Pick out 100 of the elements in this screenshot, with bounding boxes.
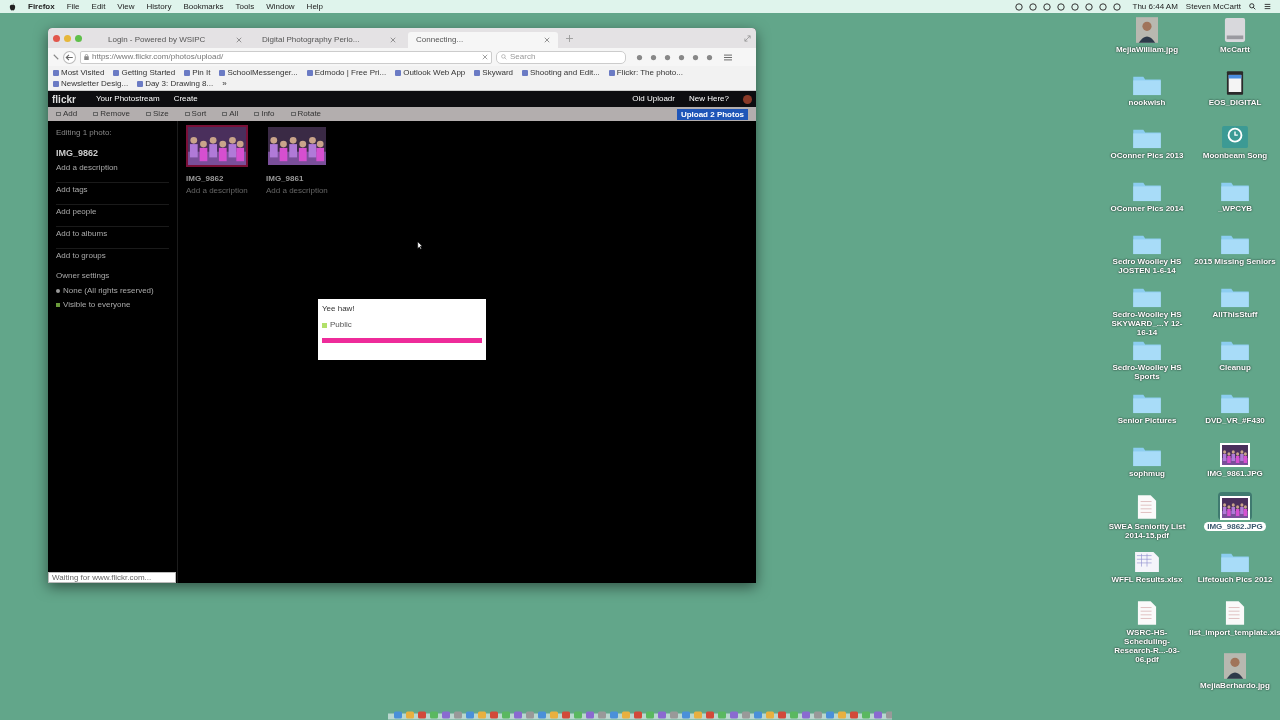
nav-link[interactable]: Old Uploadr (632, 93, 675, 105)
toolbar-button[interactable]: Info (254, 108, 275, 120)
close-icon[interactable] (390, 37, 396, 43)
folder-icon (1132, 127, 1162, 149)
close-button[interactable] (53, 34, 60, 42)
favicon-icon (184, 69, 191, 76)
tool-icon (56, 112, 61, 116)
photo-description[interactable]: Add a description (186, 185, 258, 197)
description-link[interactable]: Add a description (56, 161, 169, 174)
fullscreen-icon[interactable] (744, 34, 751, 42)
folder-icon (1132, 445, 1162, 467)
menu-item[interactable]: History (146, 0, 172, 13)
license-icon (56, 288, 60, 293)
favicon-icon (113, 69, 120, 76)
bookmark-link[interactable]: » (222, 78, 227, 89)
back-icon[interactable] (63, 50, 76, 64)
license-option[interactable]: None (All rights reserved) (56, 284, 169, 297)
document-icon (1225, 600, 1245, 626)
favicon-icon (306, 69, 313, 76)
menu-item[interactable]: View (117, 0, 135, 13)
favicon-icon (474, 69, 481, 76)
visibility-option[interactable]: Visible to everyone (56, 298, 169, 311)
bookmark-link[interactable]: Flickr: The photo... (608, 67, 683, 78)
bookmark-link[interactable]: Newsletter Desig... (53, 78, 129, 89)
sidebar-link[interactable]: Add people (56, 203, 169, 218)
menu-item[interactable]: Tools (235, 0, 255, 13)
folder-icon (1220, 180, 1250, 202)
clock-text[interactable]: Thu 6:44 AM (1132, 0, 1178, 13)
icon-label[interactable]: IMG_9862.JPG (1204, 522, 1266, 531)
bookmark-link[interactable]: Most Visited (53, 67, 105, 78)
search-icon[interactable] (1249, 3, 1256, 10)
nav-link[interactable]: Your Photostream (95, 93, 160, 105)
folder-icon (1132, 74, 1162, 96)
sidebar-link[interactable]: Add tags (56, 181, 169, 196)
photo-name[interactable]: IMG_9861 (266, 173, 338, 185)
close-icon[interactable] (236, 37, 242, 43)
bookmark-link[interactable]: Outlook Web App (395, 67, 466, 78)
spreadsheet-icon (1134, 551, 1160, 573)
url-field[interactable]: https://www.flickr.com/photos/upload/ (80, 50, 492, 64)
new-tab-icon[interactable] (566, 34, 573, 42)
search-icon (501, 54, 507, 60)
owner-settings-link[interactable]: Owner settings (56, 269, 169, 282)
folder-icon (1220, 286, 1250, 308)
nav-link[interactable]: Create (173, 93, 198, 105)
bookmark-link[interactable]: SchoolMessenger... (219, 67, 298, 78)
sidebar-link[interactable]: Add to albums (56, 225, 169, 240)
menu-item[interactable]: Window (266, 0, 295, 13)
memory-card-icon (1226, 70, 1244, 96)
menu-item[interactable]: Help (306, 0, 324, 13)
browser-tab[interactable]: Login - Powered by WSIPC (100, 32, 250, 48)
bookmark-link[interactable]: Skyward (474, 67, 513, 78)
clear-icon[interactable] (482, 54, 488, 60)
favicon-icon (219, 69, 226, 76)
maximize-button[interactable] (75, 34, 82, 42)
upload-button[interactable]: Upload 2 Photos (676, 108, 748, 120)
toolbar-button[interactable]: Sort (184, 108, 207, 120)
photo-thumbnail[interactable] (186, 125, 248, 167)
close-icon[interactable] (544, 37, 550, 43)
menu-icon[interactable] (724, 53, 732, 61)
site-logo[interactable]: flickr (52, 91, 76, 107)
toolbar-button[interactable]: Add (56, 108, 78, 120)
toolbar-button[interactable]: Remove (93, 108, 131, 120)
photo-description[interactable]: Add a description (266, 185, 338, 197)
avatar[interactable] (743, 94, 752, 104)
tool-icon (146, 112, 152, 116)
toolbar-button[interactable]: All (222, 108, 239, 120)
photo-title[interactable]: IMG_9862 (56, 147, 169, 161)
browser-tab[interactable]: Connecting... (408, 32, 558, 48)
nav-link[interactable]: New Here? (689, 93, 729, 105)
document-icon (1137, 600, 1157, 626)
bookmark-link[interactable]: Day 3: Drawing 8... (137, 78, 214, 89)
folder-icon (1132, 286, 1162, 308)
tool-icon (290, 112, 296, 116)
toolbar-button[interactable]: Rotate (290, 108, 322, 120)
menu-item[interactable]: Edit (91, 0, 106, 13)
bookmark-link[interactable]: Pin It (184, 67, 211, 78)
bookmark-link[interactable]: Getting Started (113, 67, 176, 78)
user-name[interactable]: Steven McCartt (1185, 0, 1241, 13)
folder-icon (1220, 233, 1250, 255)
bookmark-link[interactable]: Edmodo | Free Pri... (306, 67, 387, 78)
browser-tab[interactable]: Digital Photography Perio... (254, 32, 404, 48)
app-menu[interactable]: Firefox (28, 0, 55, 13)
bookmark-link[interactable]: Shooting and Edit... (522, 67, 600, 78)
menu-item[interactable]: File (66, 0, 80, 13)
tool-icon (184, 112, 190, 116)
list-icon[interactable] (1264, 3, 1271, 10)
sidebar-link[interactable]: Add to groups (56, 247, 169, 262)
folder-icon (1132, 392, 1162, 414)
photo-thumbnail[interactable] (266, 125, 328, 167)
folder-icon (1220, 551, 1250, 573)
apple-icon[interactable] (9, 2, 16, 11)
photo-name[interactable]: IMG_9862 (186, 173, 258, 185)
pin-icon[interactable] (53, 54, 59, 60)
tool-icon (222, 112, 228, 116)
status-bar: Waiting for www.flickr.com... (48, 572, 176, 583)
dock-drawing[interactable] (388, 711, 892, 720)
menu-item[interactable]: Bookmarks (183, 0, 224, 13)
dialog-title: Yee haw! (322, 303, 356, 315)
favicon-icon (608, 69, 615, 76)
toolbar-button[interactable]: Size (146, 108, 169, 120)
